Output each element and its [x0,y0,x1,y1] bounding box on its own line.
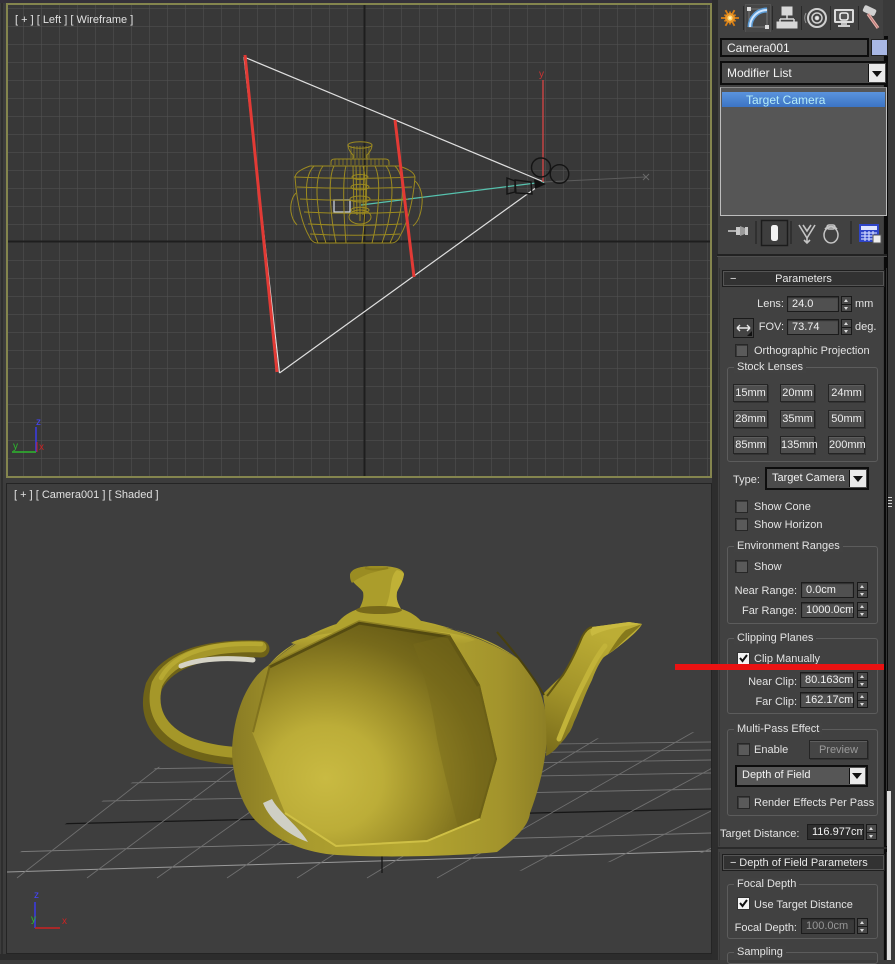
svg-text:x: x [62,916,67,927]
svg-text:x: x [39,442,44,453]
svg-text:y: y [31,914,36,925]
svg-text:y: y [13,441,18,452]
svg-text:z: z [34,890,39,901]
svg-text:z: z [36,417,41,428]
svg-text:y: y [539,69,544,80]
